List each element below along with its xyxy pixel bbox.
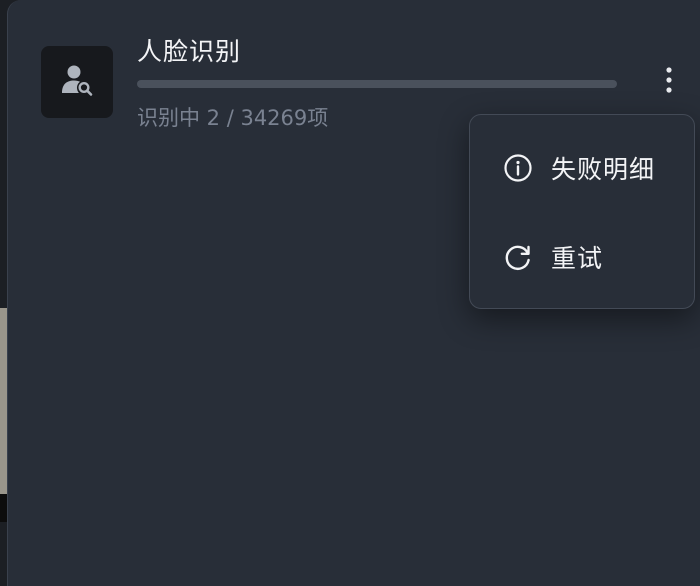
face-search-icon bbox=[59, 62, 95, 102]
more-options-menu: 失败明细 重试 bbox=[469, 114, 695, 309]
task-status: 识别中 2 / 34269项 bbox=[137, 106, 329, 130]
menu-item-failure-details[interactable]: 失败明细 bbox=[470, 138, 694, 198]
menu-item-label: 失败明细 bbox=[551, 155, 656, 184]
menu-item-label: 重试 bbox=[551, 244, 604, 273]
task-icon-container bbox=[41, 46, 113, 118]
progress-bar bbox=[137, 80, 617, 88]
more-options-button[interactable] bbox=[655, 64, 683, 100]
info-icon bbox=[502, 152, 534, 184]
refresh-icon bbox=[502, 241, 534, 273]
more-vertical-icon bbox=[665, 66, 673, 98]
task-title: 人脸识别 bbox=[137, 37, 242, 66]
menu-item-retry[interactable]: 重试 bbox=[470, 227, 694, 287]
